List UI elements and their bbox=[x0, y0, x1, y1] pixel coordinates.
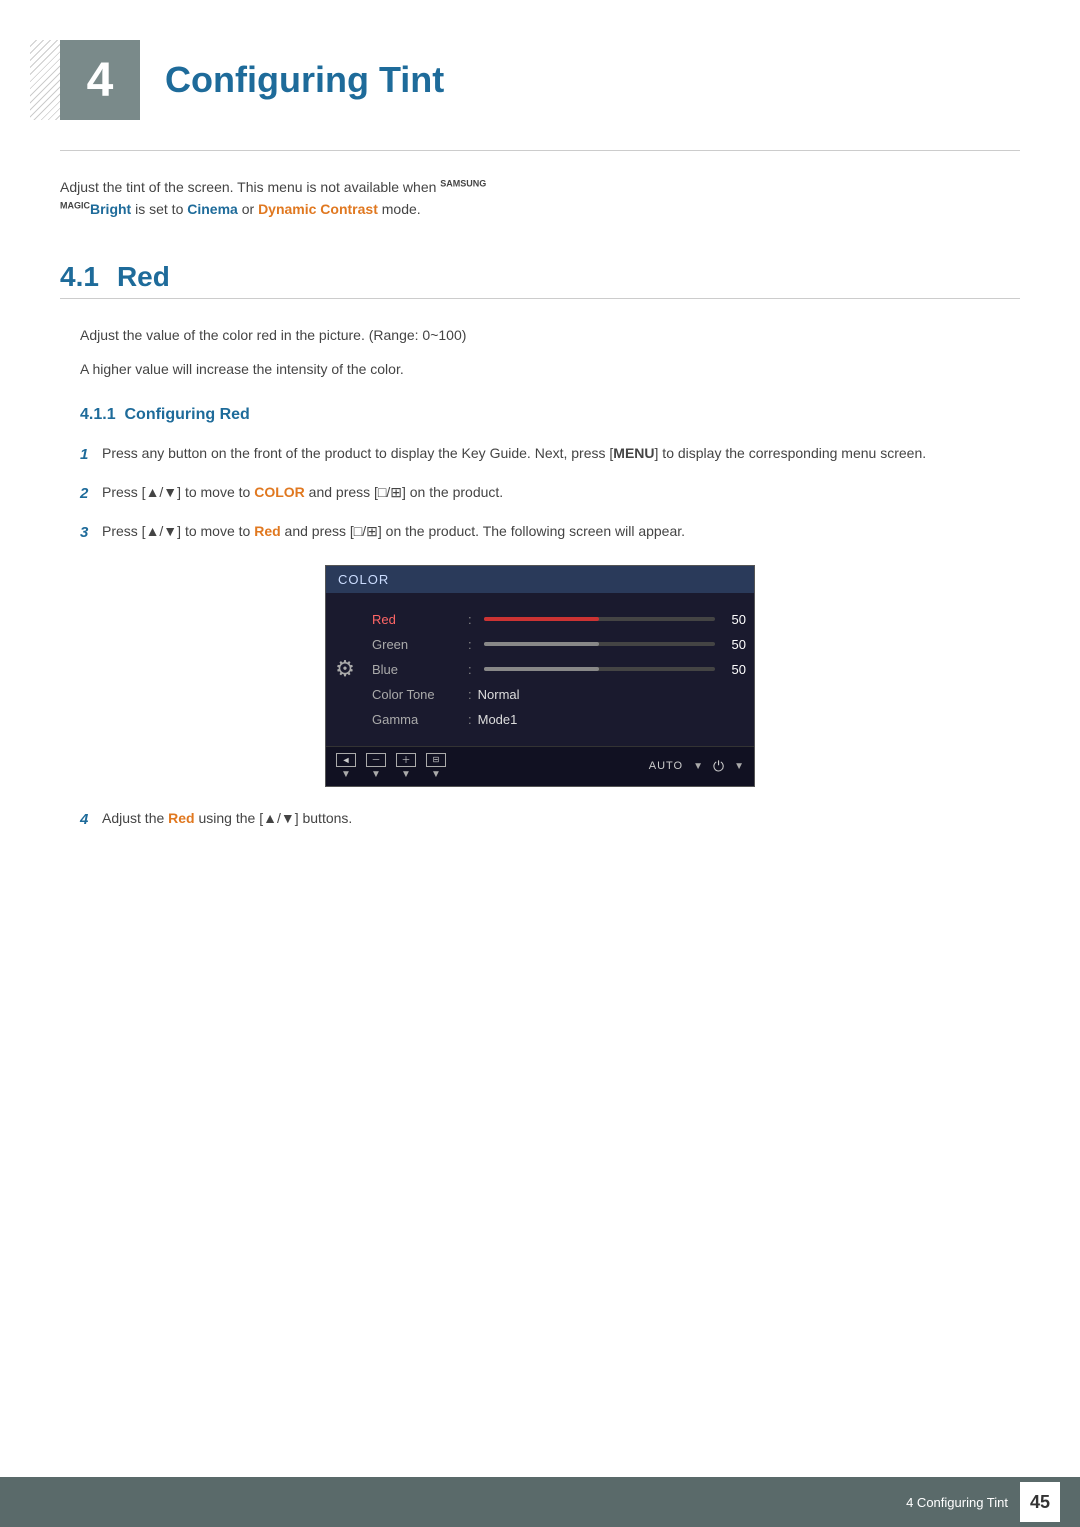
color-menu-left-icon: ⚙ bbox=[326, 603, 364, 736]
value-gamma: Mode1 bbox=[478, 712, 518, 727]
slider-fill-red bbox=[484, 617, 600, 621]
slider-red bbox=[484, 617, 715, 621]
toolbar-icon-plus: ＋ bbox=[396, 753, 416, 767]
toolbar-power-icon: ⏻ bbox=[713, 758, 724, 775]
step-2-number: 2 bbox=[80, 481, 102, 506]
menu-row-colortone: Color Tone : Normal bbox=[364, 682, 754, 707]
menu-label-blue: Blue bbox=[372, 662, 462, 677]
color-menu: COLOR ⚙ Red : bbox=[325, 565, 755, 787]
section-41-header: 4.1 Red bbox=[60, 261, 1020, 299]
toolbar-btn-plus: ＋ ▼ bbox=[396, 753, 416, 780]
section-41-number: 4.1 bbox=[60, 261, 99, 293]
subsection-411-title: 4.1.1 Configuring Red bbox=[80, 406, 1000, 424]
step-4-text: Adjust the Red using the [▲/▼] buttons. bbox=[102, 807, 1000, 829]
toolbar-btn-left: ◄ ▼ bbox=[336, 753, 356, 780]
chapter-title: Configuring Tint bbox=[165, 59, 444, 101]
toolbar-label-left: ▼ bbox=[341, 769, 351, 780]
value-colortone: Normal bbox=[478, 687, 520, 702]
slider-fill-blue bbox=[484, 667, 600, 671]
page-footer: 4 Configuring Tint 45 bbox=[0, 1477, 1080, 1527]
color-menu-screenshot: COLOR ⚙ Red : bbox=[325, 565, 755, 787]
slider-blue bbox=[484, 667, 715, 671]
menu-left-icon: ⚙ bbox=[335, 656, 355, 682]
toolbar-icon-minus: － bbox=[366, 753, 386, 767]
step-4: 4 Adjust the Red using the [▲/▼] buttons… bbox=[80, 807, 1000, 832]
color-menu-toolbar: ◄ ▼ － ▼ ＋ ▼ ⊟ ▼ bbox=[326, 746, 754, 786]
chapter-title-area: Configuring Tint bbox=[140, 40, 444, 120]
toolbar-label-plus: ▼ bbox=[401, 769, 411, 780]
step-4-number: 4 bbox=[80, 807, 102, 832]
menu-label-green: Green bbox=[372, 637, 462, 652]
toolbar-icon-menu: ⊟ bbox=[426, 753, 446, 767]
menu-row-red: Red : 50 bbox=[364, 607, 754, 632]
color-menu-title: COLOR bbox=[326, 566, 754, 593]
chapter-number-block: 4 bbox=[60, 40, 140, 120]
menu-row-green: Green : 50 bbox=[364, 632, 754, 657]
menu-label-gamma: Gamma bbox=[372, 712, 462, 727]
value-blue: 50 bbox=[721, 662, 746, 677]
step-2: 2 Press [▲/▼] to move to COLOR and press… bbox=[80, 481, 1000, 506]
value-green: 50 bbox=[721, 637, 746, 652]
toolbar-auto-label: AUTO bbox=[649, 760, 683, 772]
section-41: 4.1 Red Adjust the value of the color re… bbox=[60, 261, 1020, 832]
toolbar-btn-menu: ⊟ ▼ bbox=[426, 753, 446, 780]
step-1-number: 1 bbox=[80, 442, 102, 467]
step-1-text: Press any button on the front of the pro… bbox=[102, 442, 1000, 464]
toolbar-label-minus: ▼ bbox=[371, 769, 381, 780]
section-41-para2: A higher value will increase the intensi… bbox=[80, 358, 1000, 380]
toolbar-power-arrow: ▼ bbox=[734, 761, 744, 772]
toolbar-icon-left: ◄ bbox=[336, 753, 356, 767]
menu-label-colortone: Color Tone bbox=[372, 687, 462, 702]
section-41-body: Adjust the value of the color red in the… bbox=[60, 324, 1020, 832]
color-menu-items: Red : 50 Green : bbox=[364, 603, 754, 736]
value-red: 50 bbox=[721, 612, 746, 627]
footer-text: 4 Configuring Tint bbox=[906, 1495, 1008, 1510]
chapter-intro: Adjust the tint of the screen. This menu… bbox=[60, 176, 1020, 221]
subsection-411: 4.1.1 Configuring Red 1 Press any button… bbox=[80, 406, 1000, 832]
step-2-text: Press [▲/▼] to move to COLOR and press [… bbox=[102, 481, 1000, 503]
color-menu-body: ⚙ Red : 50 bbox=[326, 593, 754, 746]
menu-row-blue: Blue : 50 bbox=[364, 657, 754, 682]
step-3: 3 Press [▲/▼] to move to Red and press [… bbox=[80, 520, 1000, 545]
toolbar-btn-minus: － ▼ bbox=[366, 753, 386, 780]
step-1: 1 Press any button on the front of the p… bbox=[80, 442, 1000, 467]
steps-list: 1 Press any button on the front of the p… bbox=[80, 442, 1000, 545]
steps-list-2: 4 Adjust the Red using the [▲/▼] buttons… bbox=[80, 807, 1000, 832]
header-divider bbox=[60, 150, 1020, 151]
menu-label-red: Red bbox=[372, 612, 462, 627]
step-3-number: 3 bbox=[80, 520, 102, 545]
toolbar-auto-arrow: ▼ bbox=[693, 761, 703, 772]
chapter-number: 4 bbox=[87, 53, 114, 108]
section-41-title: Red bbox=[117, 261, 170, 293]
toolbar-label-menu: ▼ bbox=[431, 769, 441, 780]
footer-page-number: 45 bbox=[1020, 1482, 1060, 1522]
slider-green bbox=[484, 642, 715, 646]
step-3-text: Press [▲/▼] to move to Red and press [□/… bbox=[102, 520, 1000, 542]
menu-row-gamma: Gamma : Mode1 bbox=[364, 707, 754, 732]
slider-fill-green bbox=[484, 642, 600, 646]
chapter-header: 4 Configuring Tint bbox=[60, 0, 1020, 120]
section-41-para1: Adjust the value of the color red in the… bbox=[80, 324, 1000, 346]
